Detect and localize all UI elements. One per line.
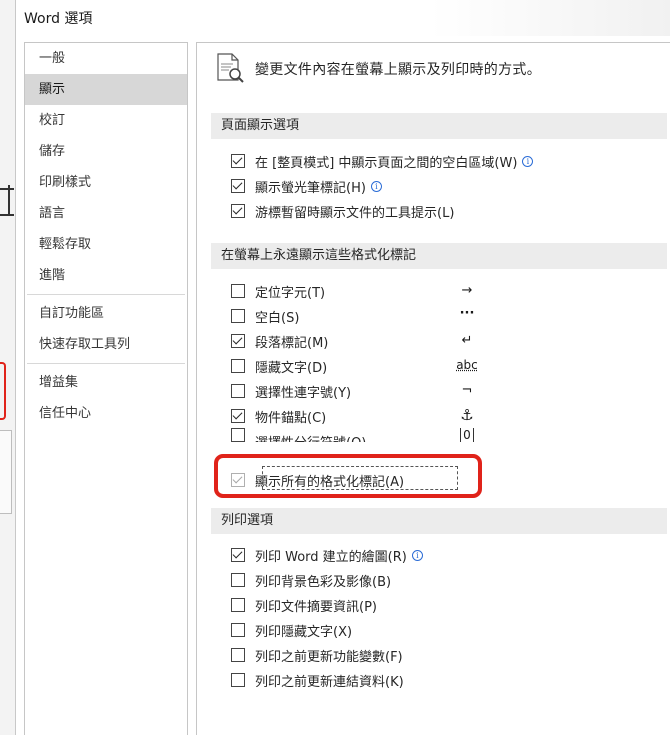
optional-break-glyph: 0: [460, 428, 474, 442]
checkbox[interactable]: [231, 154, 245, 168]
option-update-linked-data[interactable]: 列印之前更新連結資料(K): [231, 668, 404, 692]
option-label: 選擇性連字號(Y): [255, 385, 352, 401]
background-panel: [0, 430, 12, 514]
checkbox[interactable]: [231, 673, 245, 687]
tab-mark-symbol: →: [461, 283, 473, 298]
option-show-tooltips[interactable]: 游標暫留時顯示文件的工具提示(L): [231, 199, 454, 223]
nav-item-quick-access-toolbar[interactable]: 快速存取工具列: [25, 329, 187, 360]
anchor-icon: ⚓: [460, 406, 474, 424]
option-label: 定位字元(T): [255, 285, 326, 301]
nav-divider: [27, 294, 185, 295]
option-label: 列印文件摘要資訊(P): [255, 599, 377, 615]
background-mark: [0, 214, 14, 216]
nav-item-add-ins[interactable]: 增益集: [25, 367, 187, 398]
option-label: 段落標記(M): [255, 335, 329, 351]
content-heading-text: 變更文件內容在螢幕上顯示及列印時的方式。: [255, 62, 541, 78]
nav-item-general[interactable]: 一般: [25, 43, 187, 74]
paragraph-mark-symbol: ↵: [461, 333, 473, 348]
info-icon[interactable]: i: [522, 155, 534, 167]
titlebar-background: [430, 0, 670, 36]
options-content: 變更文件內容在螢幕上顯示及列印時的方式。 頁面顯示選項 在 [整頁模式] 中顯示…: [196, 42, 670, 735]
option-print-properties[interactable]: 列印文件摘要資訊(P): [231, 593, 377, 617]
info-icon[interactable]: i: [370, 180, 382, 192]
nav-item-trust-center[interactable]: 信任中心: [25, 398, 187, 429]
nav-item-proofing[interactable]: 校訂: [25, 105, 187, 136]
nav-item-save[interactable]: 儲存: [25, 136, 187, 167]
option-label: 顯示螢光筆標記(H): [255, 180, 366, 196]
option-label: 列印 Word 建立的繪圖(R): [255, 549, 407, 565]
option-print-background[interactable]: 列印背景色彩及影像(B): [231, 568, 391, 592]
option-paragraph-marks[interactable]: 段落標記(M): [231, 329, 328, 353]
red-highlight-annotation: [214, 454, 482, 498]
option-label: 選擇性分行符號(O): [255, 432, 366, 442]
checkbox[interactable]: [231, 179, 245, 193]
space-mark-symbol: ···: [459, 306, 475, 321]
dialog-title: Word 選項: [24, 11, 93, 27]
checkbox[interactable]: [231, 598, 245, 612]
option-spaces[interactable]: 空白(S): [231, 304, 299, 328]
section-formatting-marks: 在螢幕上永遠顯示這些格式化標記: [211, 243, 667, 269]
checkbox[interactable]: [231, 548, 245, 562]
checkbox[interactable]: [231, 334, 245, 348]
content-heading: 變更文件內容在螢幕上顯示及列印時的方式。: [215, 53, 541, 85]
checkbox[interactable]: [231, 428, 245, 442]
checkbox[interactable]: [231, 384, 245, 398]
options-nav: 一般 顯示 校訂 儲存 印刷樣式 語言 輕鬆存取 進階 自訂功能區 快速存取工具…: [24, 42, 188, 735]
document-magnifier-icon: [217, 53, 244, 83]
checkbox[interactable]: [231, 204, 245, 218]
optional-hyphen-symbol: ¬: [461, 383, 473, 398]
nav-item-display[interactable]: 顯示: [25, 74, 187, 105]
option-print-hidden-text[interactable]: 列印隱藏文字(X): [231, 618, 352, 642]
option-optional-breaks[interactable]: 選擇性分行符號(O): [231, 428, 366, 442]
option-show-whitespace[interactable]: 在 [整頁模式] 中顯示頁面之間的空白區域(W) i: [231, 149, 534, 173]
option-print-drawings[interactable]: 列印 Word 建立的繪圖(R) i: [231, 543, 423, 567]
nav-item-accessibility[interactable]: 輕鬆存取: [25, 229, 187, 260]
option-label: 物件錨點(C): [255, 410, 327, 426]
section-page-display: 頁面顯示選項: [211, 113, 667, 139]
nav-item-typography[interactable]: 印刷樣式: [25, 167, 187, 198]
section-print: 列印選項: [211, 508, 667, 534]
nav-item-customize-ribbon[interactable]: 自訂功能區: [25, 298, 187, 329]
option-update-fields[interactable]: 列印之前更新功能變數(F): [231, 643, 403, 667]
checkbox[interactable]: [231, 573, 245, 587]
info-icon[interactable]: i: [411, 549, 423, 561]
background-highlight: [0, 362, 6, 420]
hidden-text-symbol: abc: [456, 358, 478, 372]
option-show-highlighter[interactable]: 顯示螢光筆標記(H) i: [231, 174, 382, 198]
option-label: 列印之前更新連結資料(K): [255, 674, 404, 690]
checkbox[interactable]: [231, 409, 245, 423]
option-label: 隱藏文字(D): [255, 360, 328, 376]
option-label: 空白(S): [255, 310, 300, 326]
checkbox[interactable]: [231, 623, 245, 637]
checkbox[interactable]: [231, 309, 245, 323]
checkbox[interactable]: [231, 284, 245, 298]
word-options-dialog: Word 選項 一般 顯示 校訂 儲存 印刷樣式 語言 輕鬆存取 進階 自訂功能…: [16, 0, 670, 735]
option-hidden-text[interactable]: 隱藏文字(D): [231, 354, 327, 378]
background-mark: [0, 188, 14, 190]
option-label: 游標暫留時顯示文件的工具提示(L): [255, 205, 455, 221]
background-mark: [8, 185, 10, 215]
background-window-edge: [0, 0, 16, 735]
nav-item-advanced[interactable]: 進階: [25, 260, 187, 291]
nav-divider: [27, 363, 185, 364]
option-tab-characters[interactable]: 定位字元(T): [231, 279, 325, 303]
optional-break-symbol: 0: [455, 428, 479, 442]
option-object-anchors[interactable]: 物件錨點(C): [231, 404, 326, 428]
option-optional-hyphens[interactable]: 選擇性連字號(Y): [231, 379, 351, 403]
checkbox[interactable]: [231, 648, 245, 662]
checkbox[interactable]: [231, 359, 245, 373]
option-label: 列印背景色彩及影像(B): [255, 574, 392, 590]
option-label: 列印之前更新功能變數(F): [255, 649, 403, 665]
option-label: 列印隱藏文字(X): [255, 624, 353, 640]
nav-item-language[interactable]: 語言: [25, 198, 187, 229]
option-label: 在 [整頁模式] 中顯示頁面之間的空白區域(W): [255, 155, 518, 171]
